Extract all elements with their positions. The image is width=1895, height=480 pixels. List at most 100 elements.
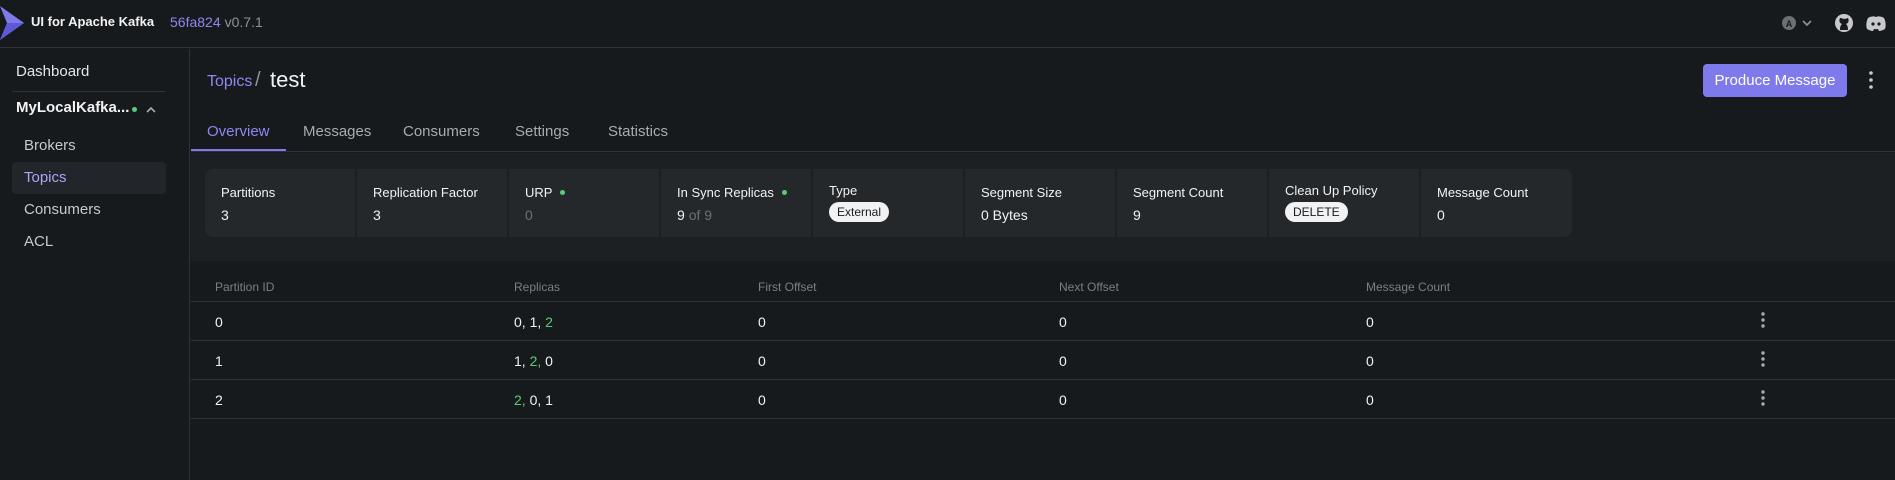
chevron-up-icon [146,106,156,113]
metric-label: Replication Factor [373,185,478,200]
metric-label: Clean Up Policy [1285,183,1378,198]
sidebar-item-consumers[interactable]: Consumers [12,194,166,226]
next-offset-cell: 0 [1059,392,1067,408]
table-row[interactable]: 1 1, 2, 0000 [191,341,1895,380]
partition-id-cell: 2 [215,392,223,408]
replica-id: 2 [514,392,522,408]
replica-id: 0 [514,314,522,330]
replicas-cell: 2, 0, 1 [514,392,553,408]
sidebar-item-brokers[interactable]: Brokers [12,130,166,162]
metrics-row: Partitions 3 Replication Factor 3 URP 0 … [205,169,1572,237]
metric-segment-count: Segment Count 9 [1117,169,1267,237]
replica-id: 1 [514,353,522,369]
row-more-options-icon[interactable] [1759,388,1767,408]
version-hash-link[interactable]: 56fa824 [170,14,221,30]
sidebar-item-label: Topics [24,169,67,186]
first-offset-cell: 0 [758,353,766,369]
sidebar-item-acl[interactable]: ACL [12,226,166,258]
sidebar-item-label: Brokers [24,137,76,154]
metric-cleanup-policy: Clean Up Policy DELETE [1269,169,1419,237]
metric-label-text: URP [525,185,553,200]
chevron-down-icon[interactable] [1801,10,1813,36]
theme-toggle-icon[interactable]: A [1781,10,1797,36]
status-dot [781,190,787,195]
first-offset-cell: 0 [758,314,766,330]
tab-statistics[interactable]: Statistics [608,123,668,152]
tab-settings[interactable]: Settings [515,123,569,152]
metric-value-wrap: External [829,198,963,222]
column-header[interactable]: First Offset [758,280,816,294]
svg-text:A: A [1786,19,1793,29]
column-header[interactable]: Replicas [514,280,560,294]
metric-replication-factor: Replication Factor 3 [357,169,507,237]
table-header: Partition ID Replicas First Offset Next … [191,261,1895,302]
message-count-cell: 0 [1366,353,1374,369]
partition-id-cell: 0 [215,314,223,330]
replica-id: 0 [545,353,553,369]
metrics-panel: Partitions 3 Replication Factor 3 URP 0 … [191,153,1895,261]
version-number: v0.7.1 [224,14,263,30]
column-header[interactable]: Partition ID [215,280,274,294]
produce-message-button[interactable]: Produce Message [1703,64,1847,97]
metric-segment-size: Segment Size 0 Bytes [965,169,1115,237]
column-header[interactable]: Next Offset [1059,280,1119,294]
tab-consumers[interactable]: Consumers [403,123,480,152]
metric-value: 9 of 9 [677,207,811,223]
tab-messages[interactable]: Messages [303,123,371,152]
github-icon[interactable] [1834,10,1854,36]
partition-id-cell: 1 [215,353,223,369]
cluster-status-dot [132,107,137,112]
metric-value: 0 Bytes [981,207,1028,223]
metric-label: Type [829,183,858,198]
page-title: test [270,67,306,92]
in-sync-total: of 9 [688,207,713,223]
row-more-options-icon[interactable] [1759,349,1767,369]
cleanup-policy-tag: DELETE [1285,202,1348,222]
top-bar: UI for Apache Kafka 56fa824 v0.7.1 A [0,0,1895,48]
metric-label: Segment Count [1133,185,1224,200]
message-count-cell: 0 [1366,392,1374,408]
more-options-icon[interactable] [1867,69,1875,91]
metric-label: URP [525,185,659,200]
breadcrumb-topics-link[interactable]: Topics [207,73,252,91]
replicas-cell: 0, 1, 2 [514,314,553,330]
type-tag: External [829,202,890,222]
main-content: Topics / test Produce Message Overview M… [191,49,1895,480]
topic-tabs: Overview Messages Consumers Settings Sta… [191,113,1895,152]
first-offset-cell: 0 [758,392,766,408]
message-count-cell: 0 [1366,314,1374,330]
metric-partitions: Partitions 3 [205,169,355,237]
column-header[interactable]: Message Count [1366,280,1450,294]
table-row[interactable]: 2 2, 0, 1000 [191,380,1895,419]
next-offset-cell: 0 [1059,314,1067,330]
status-dot [560,190,566,195]
row-more-options-icon[interactable] [1759,310,1767,330]
metric-in-sync-replicas: In Sync Replicas 9 of 9 [661,169,811,237]
metric-value-wrap: DELETE [1285,198,1419,222]
metric-label: Partitions [221,185,276,200]
metric-type: Type External [813,169,963,237]
breadcrumb-separator: / [255,69,261,91]
sidebar-item-dashboard[interactable]: Dashboard [16,63,89,80]
tab-overview[interactable]: Overview [207,123,270,152]
discord-icon[interactable] [1865,10,1887,36]
sidebar-divider [12,91,165,92]
table-row[interactable]: 0 0, 1, 2000 [191,302,1895,341]
kafka-logo-icon[interactable] [0,6,26,40]
metric-value: 0 [525,207,533,223]
metric-message-count: Message Count 0 [1421,169,1572,237]
metric-value: 0 [1437,207,1445,223]
metric-label: Message Count [1437,185,1529,200]
cluster-toggle[interactable]: MyLocalKafka... [16,99,164,123]
metric-label: In Sync Replicas [677,185,811,200]
metric-urp: URP 0 [509,169,659,237]
sidebar-item-label: ACL [24,233,54,250]
metric-label-text: In Sync Replicas [677,185,774,200]
sidebar-item-label: Consumers [24,201,101,218]
sidebar-item-topics[interactable]: Topics [12,162,166,194]
partitions-table: Partition ID Replicas First Offset Next … [191,261,1895,419]
replicas-cell: 1, 2, 0 [514,353,553,369]
app-title[interactable]: UI for Apache Kafka [31,14,154,29]
cluster-name: MyLocalKafka... [16,99,130,116]
metric-label: Segment Size [981,185,1062,200]
